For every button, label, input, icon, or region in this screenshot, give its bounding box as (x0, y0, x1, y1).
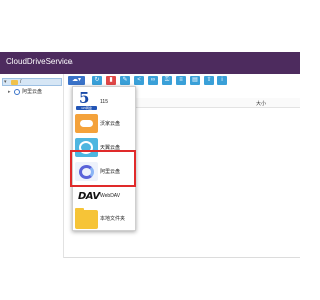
list-button[interactable]: ≡ (176, 76, 186, 85)
menu-item-local-folder[interactable]: 本地文件夹 (73, 208, 137, 230)
key-button[interactable]: ⚿ (162, 76, 172, 85)
key-icon: ⚿ (164, 77, 170, 83)
upload-icon: ⇧ (206, 77, 212, 83)
column-header-size[interactable]: 大小 (256, 100, 266, 107)
115-logo-number: 5 (79, 89, 90, 107)
tree-item-label: 阿里云盘 (22, 89, 43, 95)
tree-item-aliyun[interactable]: ▸ 阿里云盘 (8, 88, 64, 96)
link-icon: ∞ (150, 77, 156, 83)
wojia-cloud-icon (75, 114, 98, 133)
menu-item-label: 115 (100, 99, 108, 105)
app-window: CloudDriveService 1.34 ▾ / ▸ 阿里云盘 ☁▾ ↻ ▮… (0, 52, 300, 258)
cloud-drive-icon (14, 89, 20, 95)
115-logo-strip: 115网盘 (76, 106, 97, 110)
title-bar: CloudDriveService 1.34 (0, 52, 300, 74)
view-button[interactable]: ▤ (190, 76, 200, 85)
caret-right-icon[interactable]: ▸ (8, 88, 11, 96)
menu-item-webdav[interactable]: DAV WebDAV (73, 187, 137, 205)
tree-item-root[interactable]: ▾ / (2, 78, 62, 86)
link-button[interactable]: ∞ (148, 76, 158, 85)
menu-item-label: WebDAV (100, 193, 121, 199)
app-version: 1.34 (65, 60, 73, 65)
edit-icon: ✎ (122, 77, 128, 83)
share-button[interactable]: < (134, 76, 144, 85)
menu-item-115[interactable]: 5 115网盘 115 (73, 89, 137, 111)
115-logo-icon: 5 115网盘 (75, 89, 98, 110)
caret-down-icon[interactable]: ▾ (4, 79, 7, 85)
webdav-logo-icon: DAV (75, 187, 100, 206)
folder-icon (75, 208, 98, 229)
share-icon: < (137, 77, 141, 83)
info-button[interactable]: i (217, 76, 227, 85)
menu-item-wojia[interactable]: 沃家云盘 (73, 113, 137, 135)
delete-button[interactable]: ▮ (106, 76, 116, 85)
cloud-upload-icon: ☁▾ (71, 77, 81, 83)
mount-cloud-button[interactable]: ☁▾ (68, 76, 85, 85)
webdav-logo-text: DAV (78, 191, 100, 202)
upload-button[interactable]: ⇧ (204, 76, 214, 85)
folder-tree: ▾ / ▸ 阿里云盘 (0, 74, 64, 258)
menu-item-label: 本地文件夹 (100, 216, 126, 222)
list-icon: ≡ (179, 77, 183, 83)
tree-item-label: / (20, 79, 22, 85)
app-title: CloudDriveService (6, 57, 73, 66)
refresh-button[interactable]: ↻ (92, 76, 102, 85)
highlight-box (70, 150, 136, 187)
view-icon: ▤ (192, 77, 198, 83)
refresh-icon: ↻ (94, 77, 100, 83)
menu-item-label: 沃家云盘 (100, 121, 121, 127)
file-list-header: 大小 (110, 98, 300, 108)
info-icon: i (221, 77, 223, 83)
trash-icon: ▮ (109, 77, 113, 83)
edit-button[interactable]: ✎ (120, 76, 130, 85)
folder-icon (11, 80, 18, 85)
